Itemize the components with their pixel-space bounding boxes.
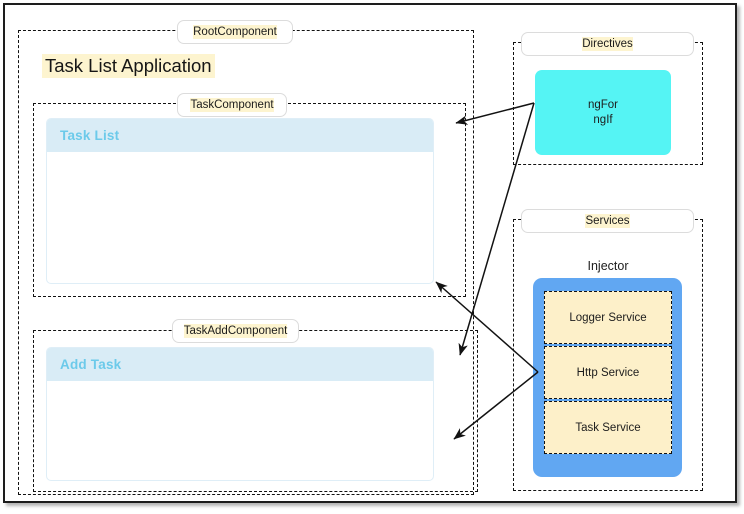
add-task-panel-title: Add Task xyxy=(60,357,121,372)
service-box-logger-label: Logger Service xyxy=(569,312,646,324)
service-box-logger: Logger Service xyxy=(544,291,672,344)
task-list-panel-heading: Task List xyxy=(47,119,433,152)
directive-ngfor-label: ngFor xyxy=(588,98,618,113)
service-box-http: Http Service xyxy=(544,346,672,399)
group-label-root-component: RootComponent xyxy=(177,20,293,44)
service-box-task-label: Task Service xyxy=(575,422,640,434)
add-task-panel: Add Task xyxy=(46,347,434,481)
task-list-panel-title: Task List xyxy=(60,128,119,143)
group-label-directives: Directives xyxy=(521,32,694,56)
task-list-panel: Task List xyxy=(46,118,434,284)
page-title: Task List Application xyxy=(42,54,215,78)
diagram-canvas: RootComponent Task List Application Task… xyxy=(0,0,744,514)
group-label-services-text: Services xyxy=(585,214,629,228)
group-label-task-component: TaskComponent xyxy=(177,93,287,117)
group-label-services: Services xyxy=(521,209,694,233)
injector-label: Injector xyxy=(513,259,703,273)
group-label-directives-text: Directives xyxy=(582,37,632,51)
group-label-task-component-text: TaskComponent xyxy=(190,98,273,112)
group-label-task-add-component-text: TaskAddComponent xyxy=(184,324,288,338)
group-label-root-component-text: RootComponent xyxy=(193,25,277,39)
service-box-http-label: Http Service xyxy=(577,367,640,379)
add-task-panel-heading: Add Task xyxy=(47,348,433,381)
service-box-task: Task Service xyxy=(544,401,672,454)
group-label-task-add-component: TaskAddComponent xyxy=(172,319,299,343)
directive-ngif-label: ngIf xyxy=(593,113,612,128)
directives-block: ngFor ngIf xyxy=(535,70,671,155)
